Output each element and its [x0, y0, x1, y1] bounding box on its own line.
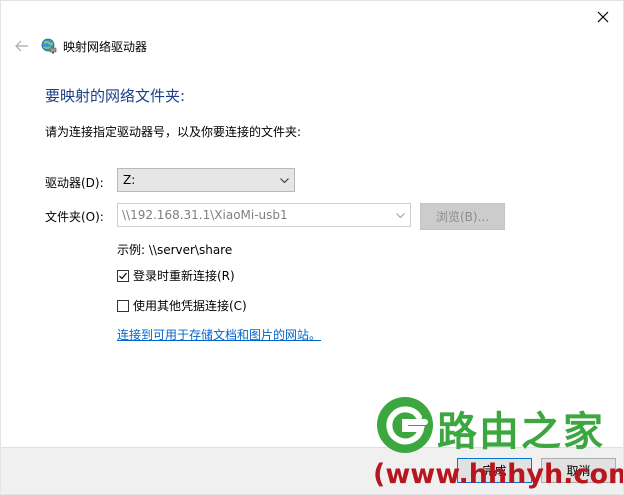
- other-credentials-label: 使用其他凭据连接(C): [133, 299, 247, 313]
- router-home-logo-icon: [377, 397, 433, 453]
- instruction-text: 请为连接指定驱动器号，以及你要连接的文件夹:: [45, 125, 302, 139]
- watermark-brand: 路由之家: [437, 409, 605, 455]
- dialog-header: 映射网络驱动器: [13, 35, 147, 57]
- map-network-drive-dialog: 映射网络驱动器 要映射的网络文件夹: 请为连接指定驱动器号，以及你要连接的文件夹…: [0, 0, 624, 495]
- network-drive-icon: [41, 38, 57, 54]
- folder-label: 文件夹(O):: [45, 210, 104, 224]
- other-credentials-option[interactable]: 使用其他凭据连接(C): [117, 297, 247, 314]
- chevron-down-icon[interactable]: [395, 210, 406, 221]
- dialog-title: 映射网络驱动器: [63, 39, 148, 54]
- folder-path-value: \\192.168.31.1\XiaoMi-usb1: [122, 208, 288, 222]
- close-icon: [597, 11, 609, 23]
- chevron-down-icon: [279, 175, 290, 186]
- browse-button[interactable]: 浏览(B)...: [420, 203, 505, 230]
- reconnect-label: 登录时重新连接(R): [133, 269, 235, 283]
- folder-path-input[interactable]: \\192.168.31.1\XiaoMi-usb1: [117, 203, 411, 227]
- drive-label: 驱动器(D):: [45, 176, 104, 190]
- close-button[interactable]: [593, 7, 613, 27]
- connect-website-link[interactable]: 连接到可用于存储文档和图片的网站。: [117, 326, 321, 343]
- example-text: 示例: \\server\share: [117, 243, 233, 257]
- checkmark-icon: [119, 272, 127, 279]
- watermark: 路由之家 (www.hhhyh.com): [363, 387, 624, 494]
- page-heading: 要映射的网络文件夹:: [45, 87, 186, 105]
- drive-letter-select[interactable]: Z:: [117, 168, 295, 192]
- other-credentials-checkbox[interactable]: [117, 299, 129, 312]
- back-arrow-icon: [15, 40, 28, 52]
- reconnect-at-signin-option[interactable]: 登录时重新连接(R): [117, 267, 235, 284]
- back-button[interactable]: [13, 37, 31, 55]
- drive-letter-value: Z:: [123, 173, 136, 187]
- reconnect-checkbox[interactable]: [117, 269, 129, 282]
- watermark-url: (www.hhhyh.com): [373, 459, 624, 490]
